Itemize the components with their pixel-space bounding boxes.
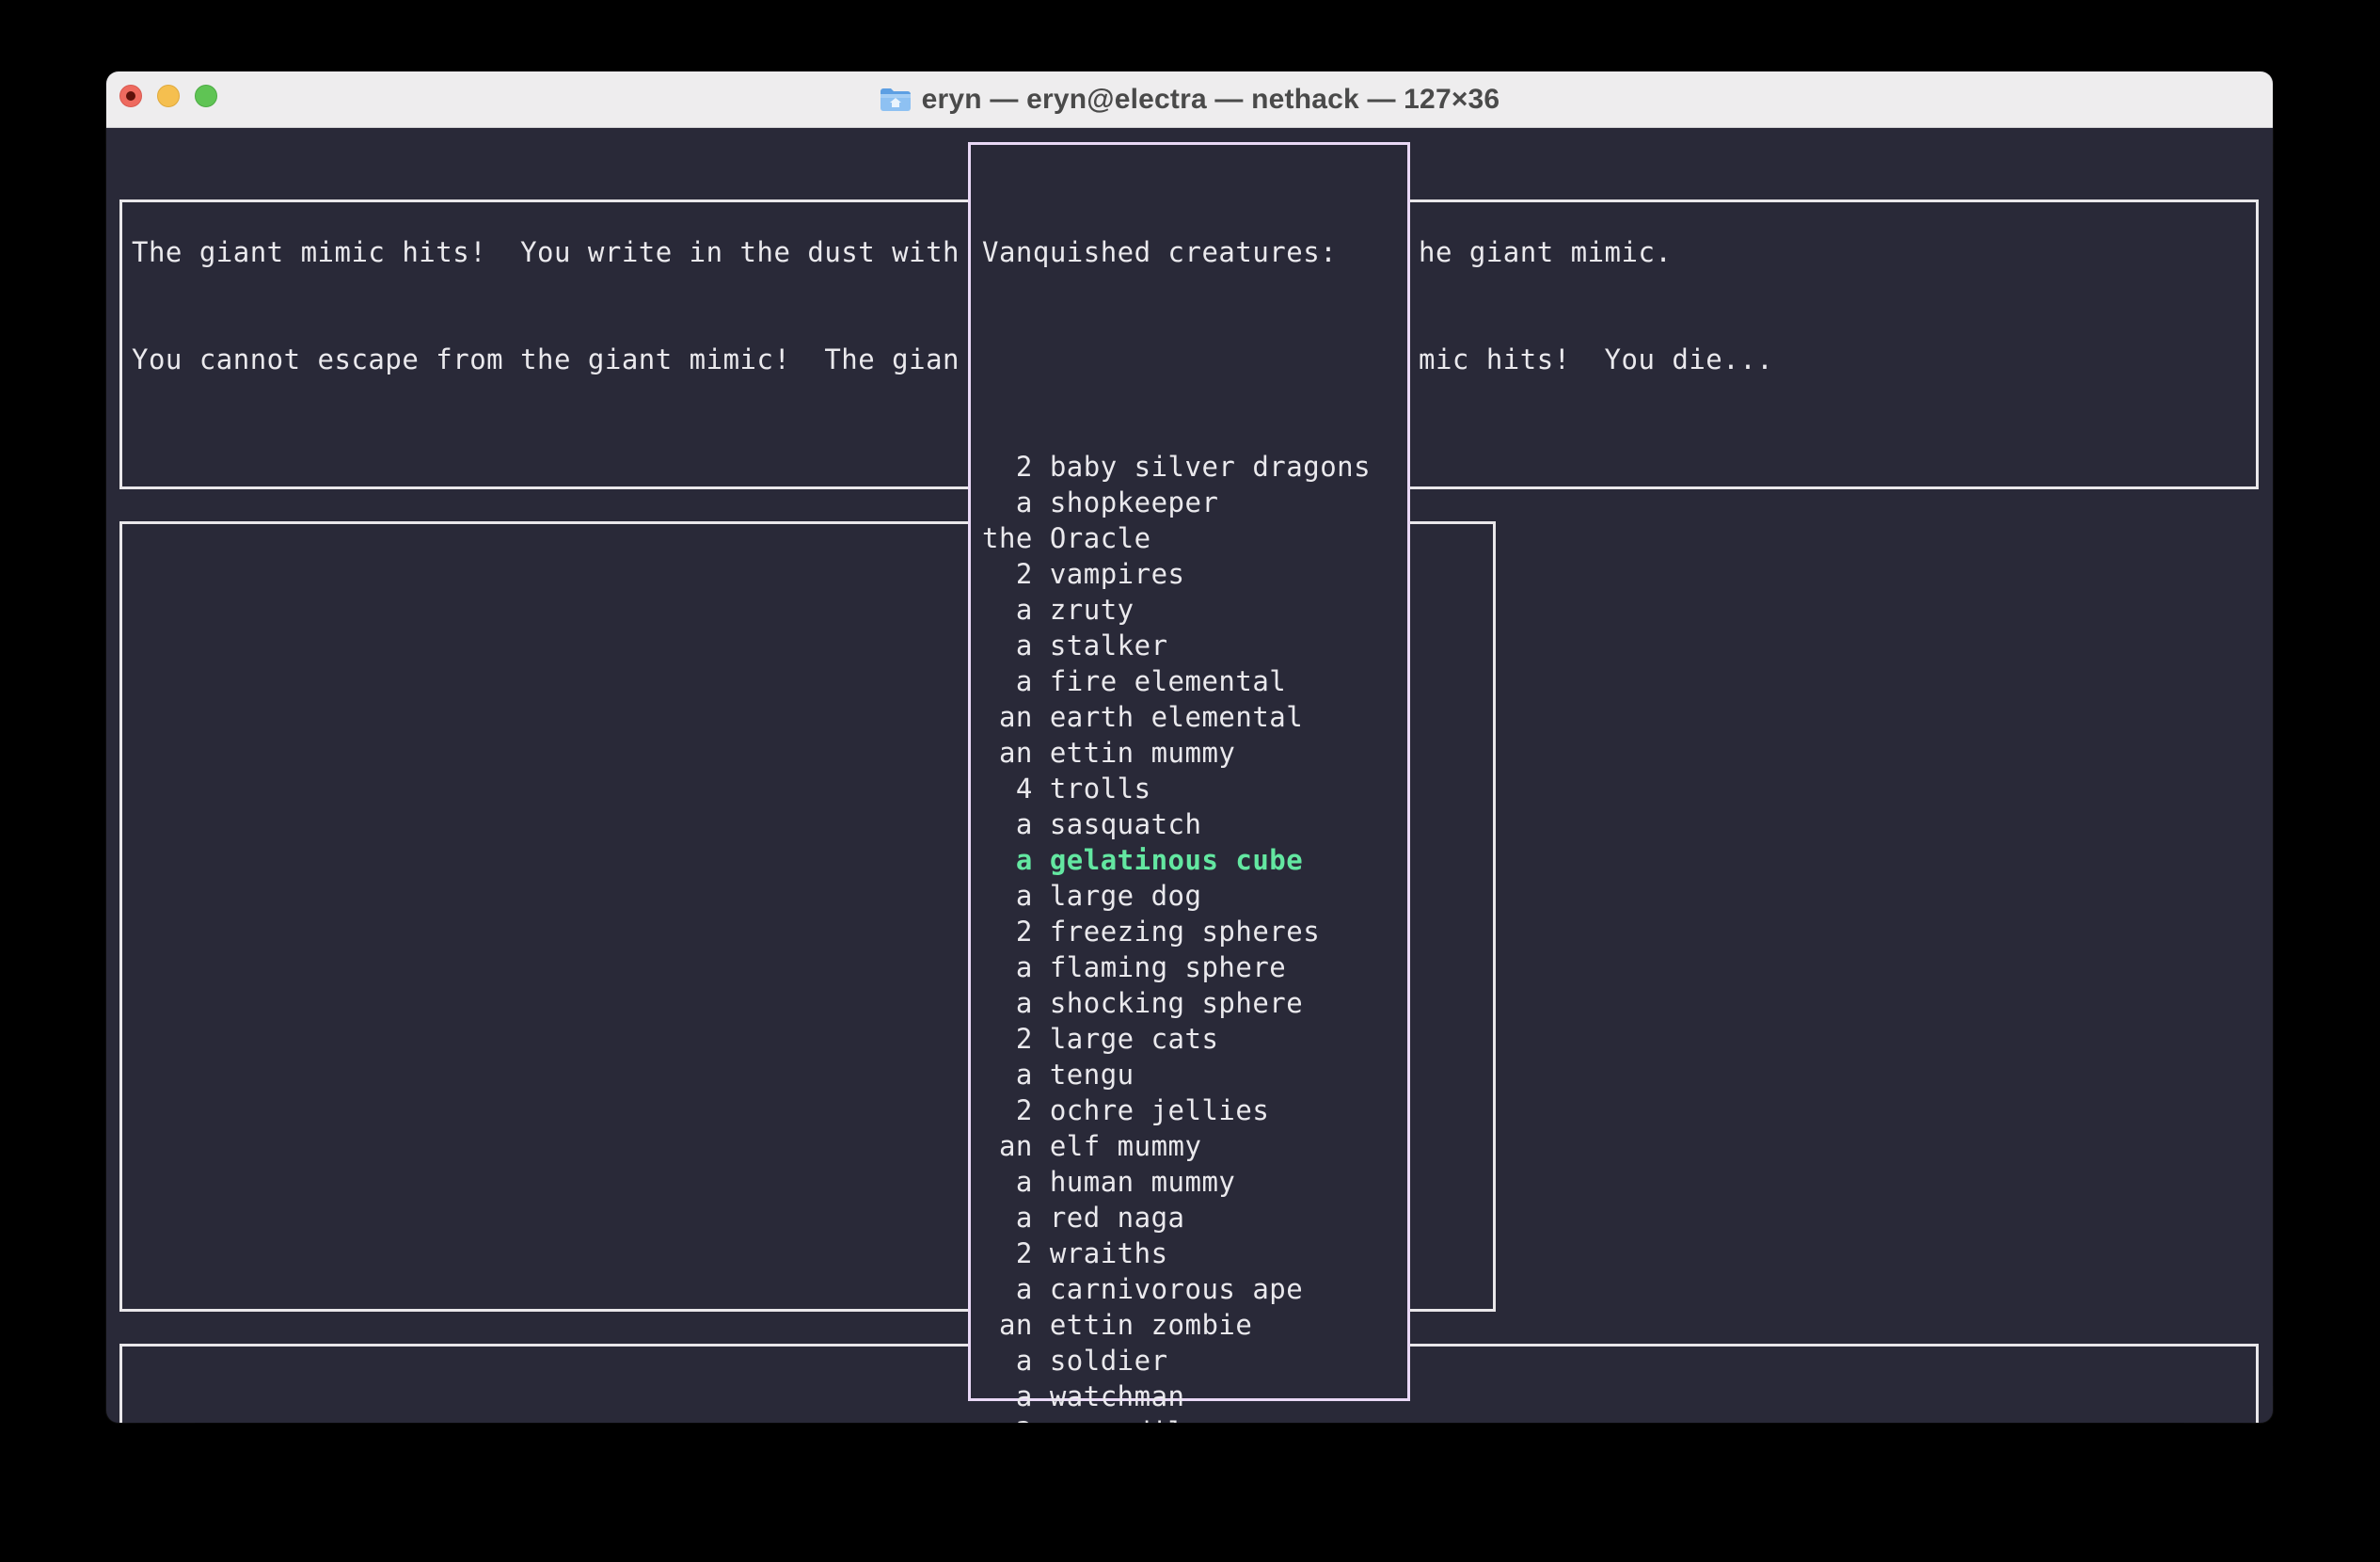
menu-item-list: 2 baby silver dragons a shopkeeperthe Or…: [982, 449, 1404, 1423]
menu-item: an earth elemental: [982, 699, 1404, 735]
menu-item: a large dog: [982, 878, 1404, 914]
menu-item: 2 freezing spheres: [982, 914, 1404, 949]
terminal-screen[interactable]: The giant mimic hits! You write in the d…: [106, 128, 2273, 1423]
menu-item: a gelatinous cube: [982, 842, 1404, 878]
menu-item: a watchman: [982, 1379, 1404, 1414]
menu-item: a zruty: [982, 592, 1404, 628]
menu-item: an ettin zombie: [982, 1307, 1404, 1343]
menu-item: 2 wraiths: [982, 1235, 1404, 1271]
menu-item: an ettin mummy: [982, 735, 1404, 771]
message-line: The giant mimic hits! You write in the d…: [132, 234, 968, 270]
traffic-lights: [119, 85, 217, 107]
menu-item: a flaming sphere: [982, 949, 1404, 985]
menu-item: the Oracle: [982, 520, 1404, 556]
desktop-background: eryn — eryn@electra — nethack — 127×36 T…: [0, 0, 2380, 1562]
vanquished-menu: Vanquished creatures: 2 baby silver drag…: [968, 142, 1410, 1401]
menu-title: Vanquished creatures:: [982, 234, 1404, 270]
zoom-button[interactable]: [195, 85, 217, 107]
message-line: he giant mimic.: [1419, 234, 2246, 270]
folder-icon: [880, 87, 912, 113]
menu-item: a shocking sphere: [982, 985, 1404, 1021]
menu-item: a human mummy: [982, 1164, 1404, 1200]
menu-item: a sasquatch: [982, 806, 1404, 842]
terminal-window: eryn — eryn@electra — nethack — 127×36 T…: [106, 72, 2273, 1423]
menu-item: 4 trolls: [982, 771, 1404, 806]
menu-item: 2 ochre jellies: [982, 1092, 1404, 1128]
window-title: eryn — eryn@electra — nethack — 127×36: [922, 84, 1500, 116]
menu-item: an elf mummy: [982, 1128, 1404, 1164]
menu-item: 2 baby silver dragons: [982, 449, 1404, 485]
menu-item: a soldier: [982, 1343, 1404, 1379]
menu-item: a stalker: [982, 628, 1404, 663]
window-titlebar[interactable]: eryn — eryn@electra — nethack — 127×36: [106, 72, 2273, 128]
close-button[interactable]: [119, 85, 142, 107]
message-lines-right: he giant mimic. mic hits! You die...: [1419, 163, 2246, 449]
menu-item: a fire elemental: [982, 663, 1404, 699]
menu-spacer: [982, 342, 1404, 377]
menu-item: a shopkeeper: [982, 485, 1404, 520]
message-line: You cannot escape from the giant mimic! …: [132, 342, 968, 377]
menu-item: a carnivorous ape: [982, 1271, 1404, 1307]
vanquished-menu-content: Vanquished creatures: 2 baby silver drag…: [982, 163, 1404, 1423]
menu-item: 2 vampires: [982, 556, 1404, 592]
menu-item: a red naga: [982, 1200, 1404, 1235]
minimize-button[interactable]: [157, 85, 180, 107]
message-line: mic hits! You die...: [1419, 342, 2246, 377]
menu-item: 2 large cats: [982, 1021, 1404, 1057]
message-lines-left: The giant mimic hits! You write in the d…: [132, 163, 968, 449]
menu-item: 3 crocodiles: [982, 1414, 1404, 1423]
menu-item: a tengu: [982, 1057, 1404, 1092]
